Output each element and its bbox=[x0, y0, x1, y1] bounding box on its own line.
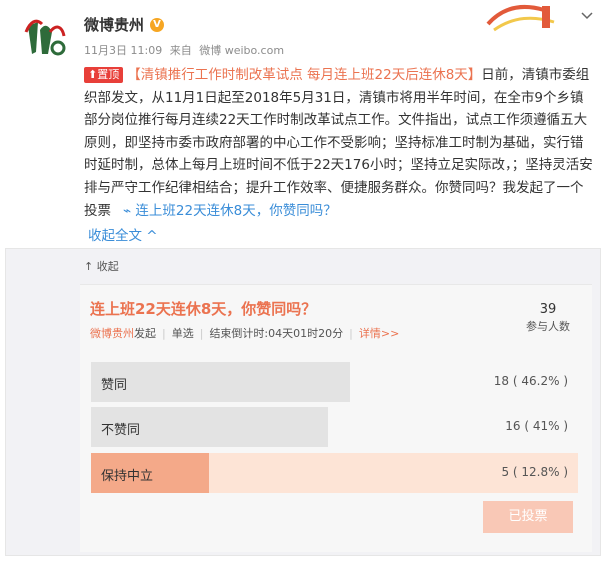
divider: | bbox=[162, 326, 166, 340]
vote-link-label: 连上班22天连休8天，你赞同吗？ bbox=[135, 202, 337, 219]
avatar-logo-icon bbox=[18, 12, 72, 66]
poll-participant-label: 参与人数 bbox=[526, 320, 570, 333]
poll-collapse-button[interactable]: ↑ 收起 bbox=[84, 258, 119, 274]
chevron-down-icon[interactable] bbox=[581, 8, 593, 24]
collapse-text-button[interactable]: 收起全文 ^ bbox=[88, 224, 158, 244]
author-name[interactable]: 微博贵州 bbox=[84, 14, 144, 35]
poll-creator-suffix: 发起 bbox=[134, 327, 156, 340]
poll-option-label: 保持中立 bbox=[101, 469, 154, 484]
source-prefix: 来自 bbox=[169, 44, 192, 57]
author-name-row: 微博贵州 V bbox=[84, 14, 165, 35]
poll-option[interactable]: 赞同 18 ( 46.2% ) bbox=[91, 362, 578, 402]
poll-creator[interactable]: 微博贵州 bbox=[90, 325, 134, 341]
poll-detail-link[interactable]: 详情>> bbox=[359, 325, 399, 341]
poll-option-result: 16 ( 41% ) bbox=[505, 419, 568, 433]
post-meta: 11月3日 11:09 来自 微博 weibo.com bbox=[84, 42, 288, 58]
poll-option-selected[interactable]: 保持中立 5 ( 12.8% ) bbox=[91, 453, 578, 493]
poll-option-bar bbox=[91, 362, 351, 402]
post-source[interactable]: 微博 weibo.com bbox=[199, 44, 284, 57]
avatar[interactable] bbox=[18, 12, 72, 66]
divider: | bbox=[349, 326, 353, 340]
poll-option-label: 不赞同 bbox=[101, 423, 141, 438]
poll-collapse-label: 收起 bbox=[96, 260, 119, 273]
poll-option-label: 赞同 bbox=[101, 378, 128, 393]
post-content: ⬆置顶 【清镇推行工作时制改革试点 每月连上班22天后连休8天】日前，清镇市委组… bbox=[84, 64, 596, 222]
divider: | bbox=[199, 326, 204, 340]
vote-link-icon: ⌁ bbox=[123, 202, 136, 219]
poll-countdown: 结束倒计时:04天01时20分 bbox=[209, 327, 344, 340]
poll-type: 单选 bbox=[171, 327, 194, 340]
pin-icon: ⬆ bbox=[88, 68, 98, 81]
voted-button[interactable]: 已投票 bbox=[483, 501, 573, 533]
pinned-label: 置顶 bbox=[97, 68, 120, 81]
poll-option-result: 18 ( 46.2% ) bbox=[493, 374, 568, 388]
pinned-badge: ⬆置顶 bbox=[84, 67, 124, 83]
topic-link[interactable]: 【清镇推行工作时制改革试点 每月连上班22天后连休8天】 bbox=[127, 67, 481, 83]
poll-participant-count: 39 bbox=[539, 302, 557, 317]
poll-title[interactable]: 连上班22天连休8天，你赞同吗？ bbox=[90, 298, 316, 319]
poll-meta: 微博贵州 发起 | 单选 | 结束倒计时:04天01时20分 | 详情>> bbox=[90, 325, 399, 341]
poll-option[interactable]: 不赞同 16 ( 41% ) bbox=[91, 407, 578, 447]
decoration-icon bbox=[486, 4, 555, 32]
post-date[interactable]: 11月3日 11:09 bbox=[84, 44, 162, 57]
collapse-icon: ↑ bbox=[84, 260, 97, 273]
post-body: 日前，清镇市委组织部发文，从11月1日起至2018年5月31日，清镇市将用半年时… bbox=[84, 67, 593, 219]
vote-link[interactable]: ⌁ 连上班22天连休8天，你赞同吗？ bbox=[123, 203, 337, 219]
poll-option-result: 5 ( 12.8% ) bbox=[501, 465, 568, 479]
verified-badge-icon: V bbox=[150, 17, 165, 32]
